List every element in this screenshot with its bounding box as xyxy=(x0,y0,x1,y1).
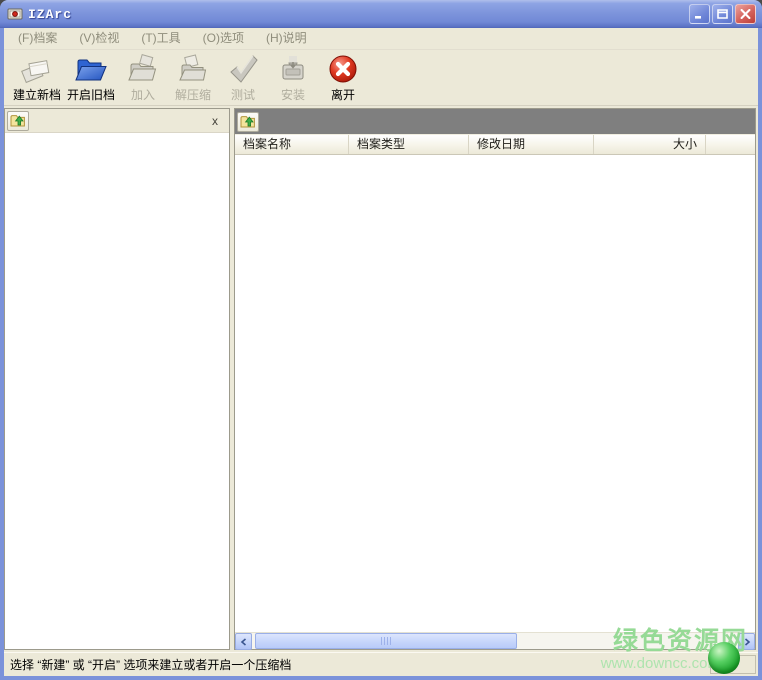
file-list-body[interactable] xyxy=(235,155,755,632)
close-icon xyxy=(740,9,751,19)
window-title: IZArc xyxy=(28,6,73,22)
toolbar-label: 解压缩 xyxy=(175,88,212,102)
column-header-size[interactable]: 大小 xyxy=(594,135,706,154)
close-button[interactable] xyxy=(735,4,756,24)
app-icon xyxy=(7,6,23,22)
folder-up-icon xyxy=(240,116,255,128)
toolbar-button-new[interactable]: 建立新档 xyxy=(10,53,64,103)
exit-icon xyxy=(326,53,360,87)
thumb-grip xyxy=(384,637,386,645)
archive-file-panel: 档案名称 档案类型 修改日期 大小 xyxy=(234,108,756,650)
toolbar-button-extract: 解压缩 xyxy=(168,53,218,103)
status-text: 选择 “新建” 或 “开启” 选项来建立或者开启一个压缩档 xyxy=(10,658,292,672)
toolbar-label: 加入 xyxy=(131,88,156,102)
menu-bar: (F)档案 (V)检视 (T)工具 (O)选项 (H)说明 xyxy=(4,28,758,50)
toolbar-label: 安装 xyxy=(281,88,306,102)
new-archive-icon xyxy=(20,53,54,87)
toolbar-label: 开启旧档 xyxy=(67,88,116,102)
maximize-icon xyxy=(717,9,728,19)
status-right-pane xyxy=(710,655,756,674)
izarc-window: IZArc (F)档案 (V)检视 (T)工具 (O)选项 (H)说明 建立新档… xyxy=(0,0,762,680)
folder-up-button[interactable] xyxy=(7,110,29,131)
column-header-name[interactable]: 档案名称 xyxy=(235,135,349,154)
chevron-right-icon xyxy=(744,637,750,646)
minimize-button[interactable] xyxy=(689,4,710,24)
main-area: x 档案名称 档案类型 修改日期 大小 xyxy=(4,106,758,652)
extract-icon xyxy=(176,53,210,87)
horizontal-scrollbar xyxy=(235,632,755,650)
toolbar-button-install: 安装 xyxy=(268,53,318,103)
file-list-column-headers: 档案名称 档案类型 修改日期 大小 xyxy=(235,135,755,155)
menu-item-help[interactable]: (H)说明 xyxy=(258,28,315,49)
minimize-icon xyxy=(695,16,701,19)
scrollbar-thumb[interactable] xyxy=(255,633,518,649)
status-bar: 选择 “新建” 或 “开启” 选项来建立或者开启一个压缩档 xyxy=(4,652,758,676)
toolbar-button-test: 测试 xyxy=(218,53,268,103)
open-archive-icon xyxy=(74,53,108,87)
title-bar[interactable]: IZArc xyxy=(0,0,762,28)
toolbar-button-open[interactable]: 开启旧档 xyxy=(64,53,118,103)
toolbar-label: 离开 xyxy=(331,88,356,102)
menu-item-options[interactable]: (O)选项 xyxy=(195,28,252,49)
thumb-grip xyxy=(390,637,392,645)
scrollbar-track[interactable] xyxy=(252,633,738,649)
thumb-grip xyxy=(387,637,389,645)
toolbar-label: 建立新档 xyxy=(13,88,62,102)
folder-up-icon xyxy=(10,115,25,127)
toolbar: 建立新档 开启旧档 加入 解压缩 测试 安装 离开 xyxy=(4,50,758,106)
add-files-icon xyxy=(126,53,160,87)
column-header-type[interactable]: 档案类型 xyxy=(349,135,469,154)
folder-tree-body[interactable] xyxy=(5,133,229,649)
scroll-left-button[interactable] xyxy=(235,633,252,650)
menu-item-view[interactable]: (V)检视 xyxy=(71,28,127,49)
test-checkmark-icon xyxy=(226,53,260,87)
column-header-date[interactable]: 修改日期 xyxy=(469,135,594,154)
toolbar-button-exit[interactable]: 离开 xyxy=(318,53,368,103)
folder-up-button[interactable] xyxy=(237,111,259,132)
window-controls xyxy=(689,4,762,24)
menu-item-tools[interactable]: (T)工具 xyxy=(133,28,188,49)
toolbar-label: 测试 xyxy=(231,88,256,102)
scroll-right-button[interactable] xyxy=(738,633,755,650)
maximize-button[interactable] xyxy=(712,4,733,24)
menu-item-file[interactable]: (F)档案 xyxy=(10,28,65,49)
toolbar-button-add: 加入 xyxy=(118,53,168,103)
folder-tree-header: x xyxy=(5,109,229,133)
chevron-left-icon xyxy=(240,637,246,646)
install-icon xyxy=(276,53,310,87)
thumb-grip xyxy=(381,637,383,645)
archive-header-bar xyxy=(235,109,755,135)
folder-tree-panel: x xyxy=(4,108,230,650)
column-header-filler xyxy=(706,135,755,154)
panel-close-button[interactable]: x xyxy=(212,115,218,127)
